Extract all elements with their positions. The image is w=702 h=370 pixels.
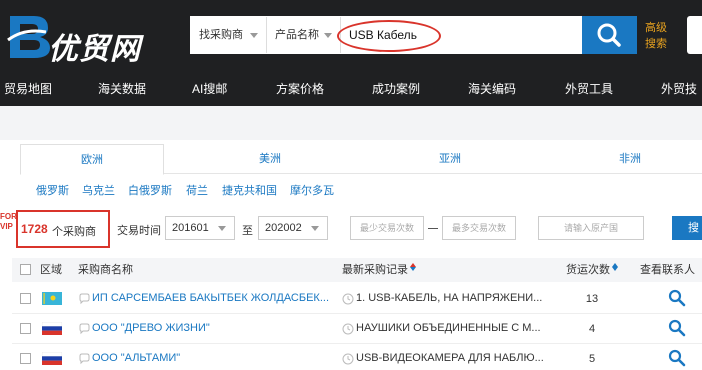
- filter-search-button[interactable]: 搜: [672, 216, 702, 240]
- site-header: 优贸网 找采购商 产品名称 USB Кабель 高级搜索: [0, 0, 702, 72]
- chevron-down-icon: [311, 226, 319, 231]
- clock-icon: [342, 323, 354, 335]
- tab-americas[interactable]: 美洲: [220, 144, 320, 174]
- chevron-down-icon: [250, 33, 258, 38]
- to-label: 至: [242, 225, 253, 237]
- date-to-value: 202002: [265, 222, 302, 234]
- nav-item-tools[interactable]: 外贸工具: [565, 72, 613, 106]
- search-field-value: 产品名称: [275, 29, 319, 41]
- shipment-count: 5: [588, 353, 596, 365]
- country-link[interactable]: 白俄罗斯: [128, 182, 172, 198]
- max-trades-input[interactable]: 最多交易次数: [442, 216, 516, 240]
- russia-flag-icon: [42, 322, 62, 335]
- site-logo[interactable]: 优贸网: [0, 10, 170, 67]
- trade-time-label: 交易时间: [117, 225, 161, 237]
- country-link[interactable]: 摩尔多瓦: [290, 182, 334, 198]
- latest-record: USB-ВИДЕОКАМЕРА ДЛЯ НАБЛЮ...: [356, 352, 544, 364]
- tab-europe[interactable]: 欧洲: [20, 144, 164, 175]
- min-trades-input[interactable]: 最少交易次数: [350, 216, 424, 240]
- clock-icon: [342, 293, 354, 305]
- range-dash: [428, 228, 438, 229]
- table-row[interactable]: ООО "АЛЬТАМИ" USB-ВИДЕОКАМЕРА ДЛЯ НАБЛЮ.…: [12, 344, 702, 370]
- header-corner-button[interactable]: [687, 16, 702, 54]
- row-checkbox[interactable]: [20, 323, 31, 334]
- col-latest-record[interactable]: 最新采购记录: [342, 258, 417, 282]
- buyer-count: 1728: [21, 222, 48, 236]
- tab-asia[interactable]: 亚洲: [400, 144, 500, 174]
- chevron-down-icon: [324, 33, 332, 38]
- table-row[interactable]: ООО "ДРЕВО ЖИЗНИ" НАУШИКИ ОБЪЕДИНЕННЫЕ С…: [12, 314, 702, 344]
- nav-item-trade-map[interactable]: 贸易地图: [4, 72, 52, 106]
- table-row[interactable]: ИП САРСЕМБАЕВ БАКЫТБЕК ЖОЛДАСБЕК... 1. U…: [12, 284, 702, 314]
- chevron-down-icon: [218, 226, 226, 231]
- nav-item-ai-email[interactable]: AI搜邮: [192, 72, 227, 106]
- shipment-count: 13: [585, 293, 599, 305]
- vip-badge: FOR VIP: [0, 212, 17, 231]
- country-link[interactable]: 俄罗斯: [36, 182, 69, 198]
- nav-item-hs-codes[interactable]: 海关编码: [468, 72, 516, 106]
- clock-icon: [342, 353, 354, 365]
- country-link[interactable]: 捷克共和国: [222, 182, 277, 198]
- search-bar: 找采购商 产品名称 USB Кабель: [190, 16, 582, 54]
- buyer-name-link[interactable]: ООО "ДРЕВО ЖИЗНИ": [92, 322, 210, 334]
- tab-africa[interactable]: 非洲: [580, 144, 680, 174]
- col-shipments-label: 货运次数: [566, 264, 610, 276]
- search-icon[interactable]: [668, 319, 686, 337]
- country-link[interactable]: 荷兰: [186, 182, 208, 198]
- col-latest-record-label: 最新采购记录: [342, 264, 408, 276]
- search-button[interactable]: [582, 16, 637, 54]
- search-type-select[interactable]: 找采购商: [191, 17, 267, 53]
- nav-item-trade-tips[interactable]: 外贸技: [661, 72, 697, 106]
- sort-icon: [612, 263, 619, 273]
- col-contacts: 查看联系人: [640, 264, 695, 276]
- chat-icon[interactable]: [78, 323, 90, 335]
- table-header: 区域 采购商名称 最新采购记录 货运次数 查看联系人: [12, 258, 702, 282]
- region-tabs: 欧洲 美洲 亚洲 非洲: [20, 144, 702, 175]
- country-link[interactable]: 乌克兰: [82, 182, 115, 198]
- page-spacer: [0, 106, 702, 140]
- latest-record: 1. USB-КАБЕЛЬ, НА НАПРЯЖЕНИ...: [356, 292, 543, 304]
- buyer-name-link[interactable]: ИП САРСЕМБАЕВ БАКЫТБЕК ЖОЛДАСБЕК...: [92, 292, 329, 304]
- search-icon: [597, 23, 621, 47]
- search-icon[interactable]: [668, 349, 686, 367]
- col-buyer-name: 采购商名称: [78, 264, 133, 276]
- nav-item-cases[interactable]: 成功案例: [372, 72, 420, 106]
- row-checkbox[interactable]: [20, 293, 31, 304]
- buyer-count-unit: 个采购商: [52, 226, 96, 238]
- origin-country-input[interactable]: 请输入原产国: [538, 216, 644, 240]
- search-field-select[interactable]: 产品名称: [267, 17, 341, 53]
- col-shipments[interactable]: 货运次数: [566, 258, 619, 282]
- buyer-count-box: 1728 个采购商: [16, 210, 110, 248]
- date-from-select[interactable]: 201601: [165, 216, 235, 240]
- shipment-count: 4: [588, 323, 596, 335]
- highlight-circle: [337, 20, 441, 52]
- chat-icon[interactable]: [78, 353, 90, 365]
- main-nav: 贸易地图 海关数据 AI搜邮 方案价格 成功案例 海关编码 外贸工具 外贸技: [0, 72, 702, 106]
- chat-icon[interactable]: [78, 293, 90, 305]
- col-region: 区域: [40, 264, 62, 276]
- page: 优贸网 找采购商 产品名称 USB Кабель 高级搜索 贸易地图 海关数据: [0, 0, 702, 370]
- sort-icon: [410, 263, 417, 273]
- logo-text: 优贸网: [48, 32, 141, 67]
- advanced-search-link[interactable]: 高级搜索: [645, 20, 675, 52]
- kazakhstan-flag-icon: [42, 292, 62, 305]
- nav-item-customs-data[interactable]: 海关数据: [98, 72, 146, 106]
- date-to-select[interactable]: 202002: [258, 216, 328, 240]
- search-icon[interactable]: [668, 289, 686, 307]
- russia-flag-icon: [42, 352, 62, 365]
- select-all-checkbox[interactable]: [20, 264, 31, 275]
- latest-record: НАУШИКИ ОБЪЕДИНЕННЫЕ С М...: [356, 322, 541, 334]
- date-from-value: 201601: [172, 222, 209, 234]
- nav-item-pricing[interactable]: 方案价格: [276, 72, 324, 106]
- buyer-name-link[interactable]: ООО "АЛЬТАМИ": [92, 352, 180, 364]
- row-checkbox[interactable]: [20, 353, 31, 364]
- logo-b-icon: [7, 16, 50, 58]
- search-type-value: 找采购商: [199, 29, 243, 41]
